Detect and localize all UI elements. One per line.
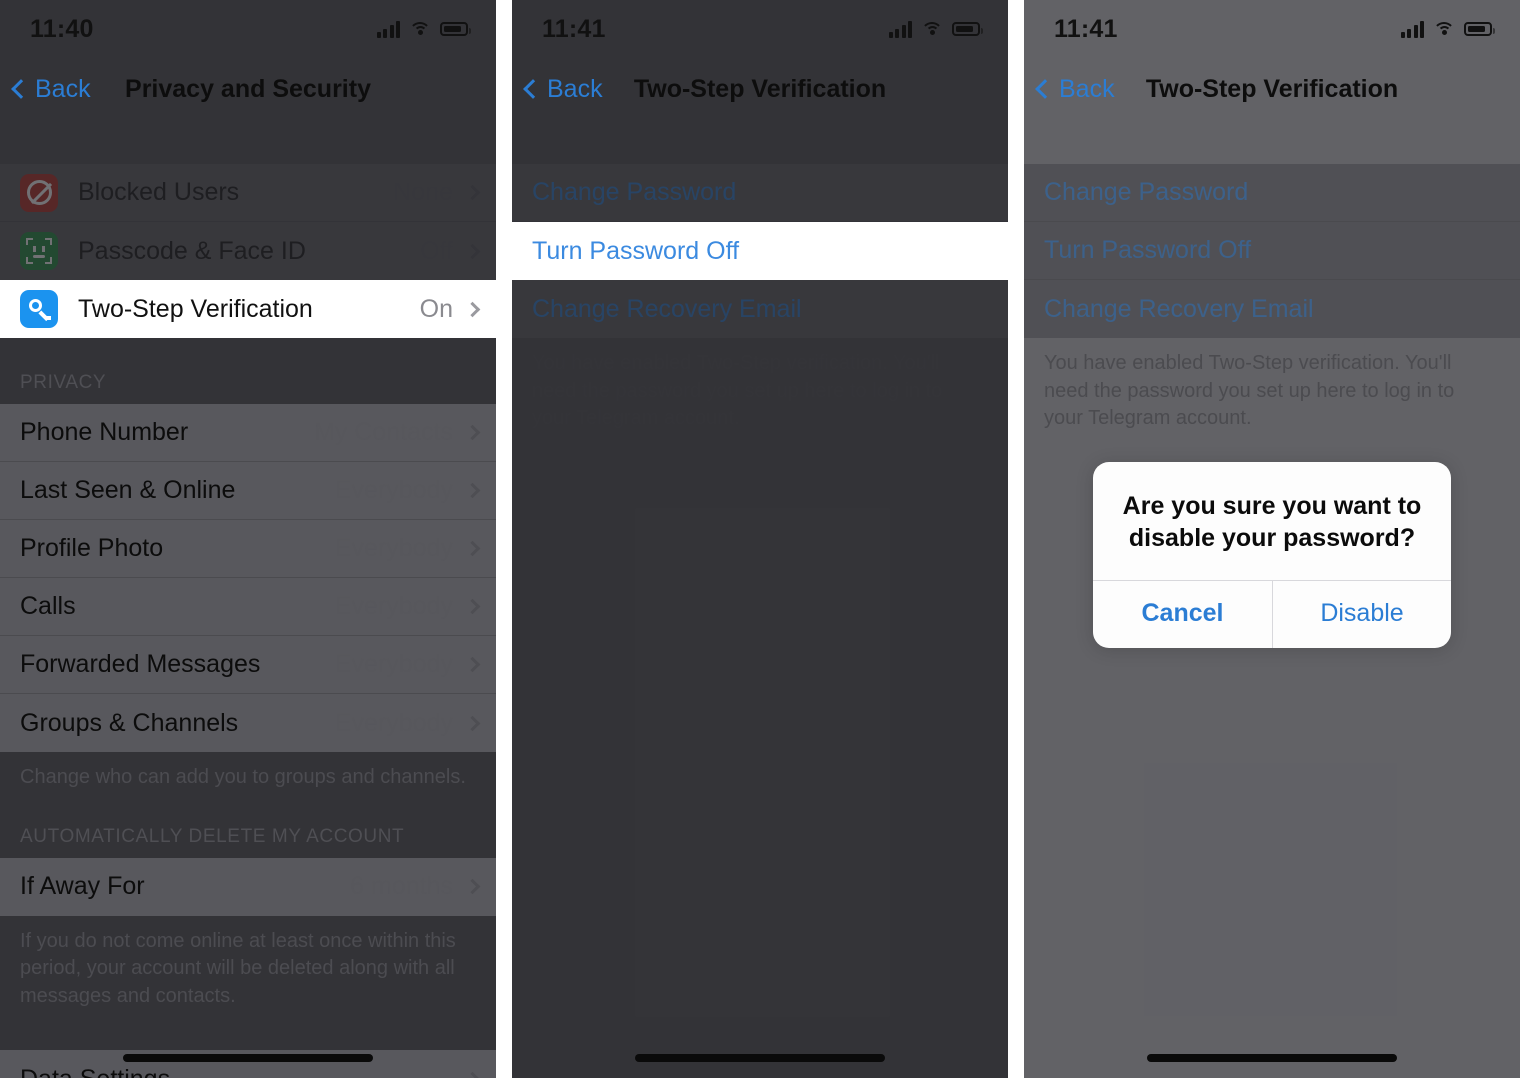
face-id-icon — [20, 232, 58, 270]
list-item-label: Blocked Users — [78, 178, 240, 206]
signal-bars-icon — [376, 20, 400, 38]
disable-password-alert: Are you sure you want to disable your pa… — [1093, 462, 1451, 648]
battery-icon — [952, 22, 983, 36]
list-item-label: Data Settings — [20, 1065, 170, 1078]
list-item-two-step-verification[interactable]: Two-Step Verification On — [0, 280, 496, 338]
list-item-calls[interactable]: Calls Everybody — [0, 578, 496, 636]
auto-delete-footnote: If you do not come online at least once … — [20, 929, 456, 1007]
list-item-if-away-for[interactable]: If Away For 6 months — [0, 858, 496, 916]
list-item-turn-password-off[interactable]: Turn Password Off — [512, 222, 1008, 280]
alert-actions: Cancel Disable — [1093, 580, 1451, 648]
two-step-footnote: You have enabled Two-Step verification. … — [532, 352, 943, 430]
list-item-value: None — [393, 178, 453, 206]
list-item-change-password[interactable]: Change Password — [512, 164, 1008, 222]
chevron-right-icon — [464, 184, 481, 201]
lower-content-1: PRIVACY Phone Number My Contacts Last Se… — [0, 338, 496, 1078]
highlight-wrapper-two-step: Two-Step Verification On — [0, 280, 496, 338]
list-item-label: Groups & Channels — [20, 708, 239, 737]
chevron-right-icon — [464, 715, 481, 731]
chevron-right-icon — [464, 424, 481, 441]
list-item-label: Forwarded Messages — [20, 650, 261, 678]
list-item-value: Everybody — [334, 708, 453, 737]
phone-panel-disable-password-alert: 11:41 Back Two-Step Verification Change … — [1024, 0, 1520, 1078]
home-indicator — [1147, 1054, 1397, 1062]
security-section: Blocked Users None Passcode & Face ID Of… — [0, 164, 496, 280]
list-item-label: Change Recovery Email — [532, 294, 802, 323]
list-item-value: My Contacts — [314, 418, 453, 446]
list-top-spacer — [512, 120, 1008, 164]
status-icons — [376, 20, 471, 38]
chevron-left-icon — [11, 79, 31, 99]
screen-content-2: 11:41 Back Two-Step Verification Change … — [512, 0, 1008, 1078]
list-item-value: Everybody — [334, 534, 453, 562]
privacy-section: Phone Number My Contacts Last Seen & Onl… — [0, 404, 496, 752]
chevron-left-icon — [523, 79, 543, 99]
nav-bar-1: Back Privacy and Security — [0, 58, 496, 120]
status-icons — [888, 20, 983, 38]
list-item-value: Everybody — [334, 650, 453, 678]
chevron-right-icon — [464, 598, 481, 615]
home-indicator — [123, 1054, 373, 1062]
wifi-icon — [409, 21, 431, 38]
list-item-label: If Away For — [20, 872, 145, 901]
disable-button[interactable]: Disable — [1272, 581, 1451, 648]
three-panel-screenshot: 11:40 Back Privacy and Security Blocked … — [0, 0, 1524, 1078]
list-item-profile-photo[interactable]: Profile Photo Everybody — [0, 520, 496, 578]
list-item-value: Everybody — [334, 476, 453, 504]
list-item-change-recovery-email[interactable]: Change Recovery Email — [512, 280, 1008, 338]
chevron-right-icon — [464, 301, 481, 317]
list-item-value: Off — [420, 236, 453, 265]
list-item-last-seen-online[interactable]: Last Seen & Online Everybody — [0, 462, 496, 520]
list-item-label: Change Password — [532, 178, 737, 206]
list-item-groups-channels[interactable]: Groups & Channels Everybody — [0, 694, 496, 752]
list-item-passcode-face-id[interactable]: Passcode & Face ID Off — [0, 222, 496, 280]
list-item-label: Turn Password Off — [532, 236, 740, 265]
key-icon — [20, 290, 58, 328]
cancel-button[interactable]: Cancel — [1093, 581, 1272, 648]
privacy-footnote: Change who can add you to groups and cha… — [20, 766, 466, 788]
phone-panel-two-step-list: 11:41 Back Two-Step Verification Change … — [512, 0, 1008, 1078]
home-indicator — [635, 1054, 885, 1062]
chevron-right-icon — [464, 540, 481, 557]
list-item-label: Passcode & Face ID — [78, 236, 306, 265]
list-top-spacer — [0, 120, 496, 164]
highlight-wrapper-turn-password-off: Turn Password Off — [512, 222, 1008, 280]
section-header-auto-delete: AUTOMATICALLY DELETE MY ACCOUNT — [20, 825, 405, 847]
list-item-value: 6 months — [350, 872, 453, 901]
chevron-right-icon — [464, 878, 481, 895]
phone-panel-privacy-and-security: 11:40 Back Privacy and Security Blocked … — [0, 0, 496, 1078]
list-item-label: Calls — [20, 592, 76, 620]
wifi-icon — [921, 21, 943, 38]
section-header-privacy: PRIVACY — [20, 372, 107, 393]
list-item-value: Everybody — [334, 592, 453, 620]
chevron-right-icon — [464, 243, 481, 259]
nav-bar-2: Back Two-Step Verification — [512, 58, 1008, 120]
status-time: 11:40 — [30, 14, 94, 43]
back-button-label: Back — [35, 74, 91, 103]
back-button[interactable]: Back — [11, 74, 91, 104]
alert-layer: Are you sure you want to disable your pa… — [1024, 0, 1520, 1078]
signal-bars-icon — [888, 20, 912, 38]
list-item-value: On — [419, 294, 453, 323]
status-bar-2: 11:41 — [512, 0, 1008, 58]
alert-title: Are you sure you want to disable your pa… — [1122, 492, 1422, 552]
back-button[interactable]: Back — [523, 74, 603, 104]
blocked-users-icon — [20, 173, 58, 212]
list-item-phone-number[interactable]: Phone Number My Contacts — [0, 404, 496, 462]
list-item-label: Two-Step Verification — [78, 294, 313, 323]
chevron-right-icon — [464, 482, 481, 499]
back-button-label: Back — [547, 74, 603, 103]
chevron-right-icon — [464, 656, 481, 673]
list-item-blocked-users[interactable]: Blocked Users None — [0, 164, 496, 222]
chevron-right-icon — [464, 1071, 481, 1078]
list-item-label: Profile Photo — [20, 534, 164, 562]
status-bar-1: 11:40 — [0, 0, 496, 58]
list-item-label: Phone Number — [20, 418, 189, 446]
battery-icon — [440, 22, 471, 36]
status-time: 11:41 — [542, 14, 606, 43]
list-item-forwarded-messages[interactable]: Forwarded Messages Everybody — [0, 636, 496, 694]
auto-delete-section: If Away For 6 months — [0, 857, 496, 916]
list-item-label: Last Seen & Online — [20, 476, 236, 504]
